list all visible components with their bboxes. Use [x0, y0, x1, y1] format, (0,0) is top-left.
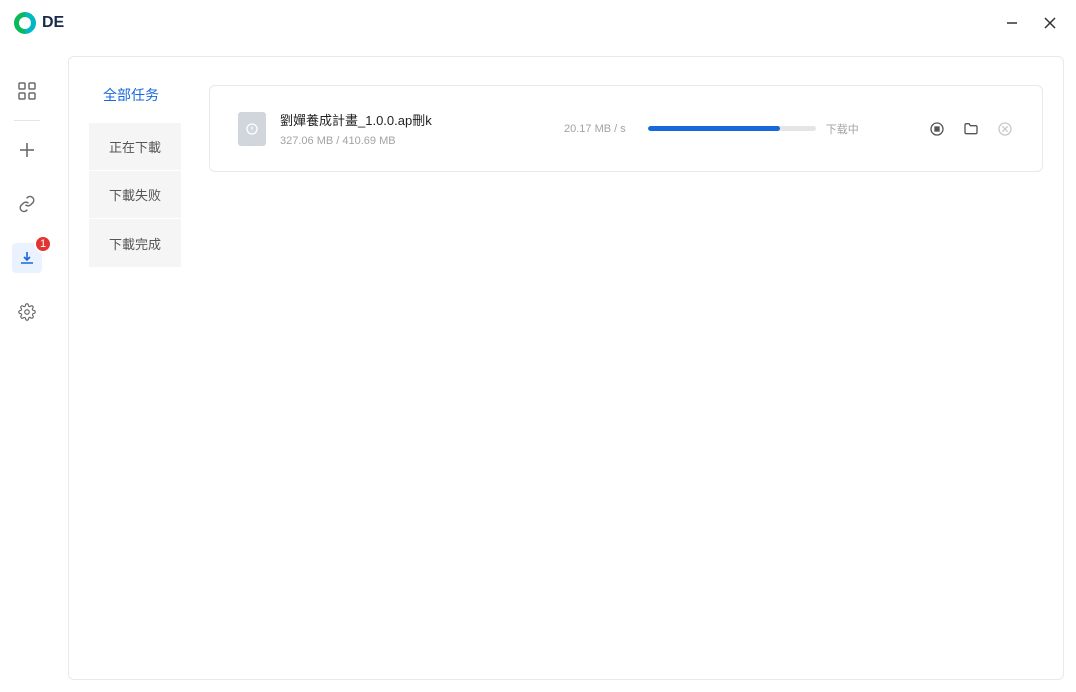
download-speed: 20.17 MB / s: [564, 123, 626, 135]
file-name: 劉嬋養成計畫_1.0.0.ap刪k: [280, 110, 550, 129]
nav-completed[interactable]: 下載完成: [89, 219, 181, 267]
app-logo: DE: [14, 12, 64, 34]
download-badge: 1: [34, 235, 52, 253]
sidebar-add[interactable]: [12, 135, 42, 165]
sidebar-downloads[interactable]: 1: [12, 243, 42, 273]
nav-title[interactable]: 全部任务: [89, 85, 181, 123]
task-actions: [928, 120, 1014, 138]
progress-fill: [648, 126, 781, 131]
window-controls: [1004, 15, 1058, 31]
stop-button[interactable]: [928, 120, 946, 138]
file-icon: [238, 112, 266, 146]
nav-failed[interactable]: 下載失败: [89, 171, 181, 219]
titlebar: DE: [0, 0, 1076, 46]
sidebar-link[interactable]: [12, 189, 42, 219]
divider: [14, 120, 40, 121]
progress-bar: [648, 126, 816, 131]
nav-downloading[interactable]: 正在下載: [89, 123, 181, 171]
sidebar: 1: [0, 46, 54, 692]
file-info: 劉嬋養成計畫_1.0.0.ap刪k 327.06 MB / 410.69 MB: [280, 110, 550, 147]
progress-wrap: 下载中: [648, 121, 859, 137]
task-list: 劉嬋養成計畫_1.0.0.ap刪k 327.06 MB / 410.69 MB …: [209, 85, 1043, 659]
logo-ring-icon: [9, 7, 40, 38]
task-row[interactable]: 劉嬋養成計畫_1.0.0.ap刪k 327.06 MB / 410.69 MB …: [209, 85, 1043, 172]
close-button[interactable]: [1042, 15, 1058, 31]
file-size: 327.06 MB / 410.69 MB: [280, 135, 550, 147]
logo-text: DE: [42, 14, 64, 32]
cancel-button[interactable]: [996, 120, 1014, 138]
status-label: 下载中: [826, 121, 859, 137]
sidebar-apps[interactable]: [12, 76, 42, 106]
task-nav: 全部任务 正在下載 下載失败 下載完成: [89, 85, 181, 659]
folder-button[interactable]: [962, 120, 980, 138]
minimize-button[interactable]: [1004, 15, 1020, 31]
sidebar-settings[interactable]: [12, 297, 42, 327]
main-card: 全部任务 正在下載 下載失败 下載完成 劉嬋養成計畫_1.0.0.ap刪k 32…: [68, 56, 1064, 680]
